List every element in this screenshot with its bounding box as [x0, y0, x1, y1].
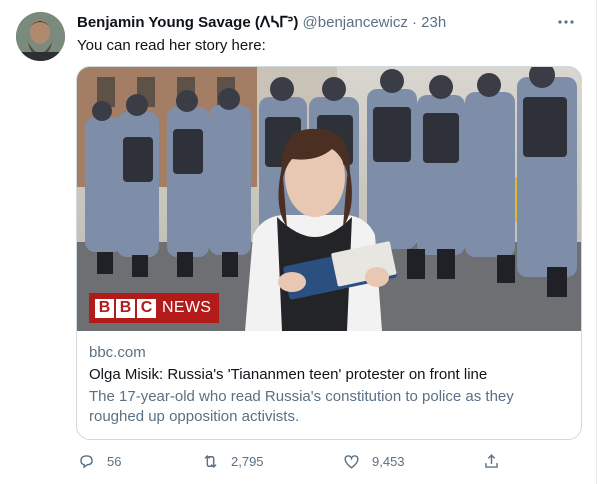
tweet[interactable]: Benjamin Young Savage (ᐱᓴᒥᐣ) @benjancewi…	[0, 0, 597, 484]
action-bar: 56 2,795 9,453	[77, 452, 507, 476]
logo-word: NEWS	[162, 299, 212, 316]
card-image: B B C NEWS	[77, 67, 581, 331]
author-handle[interactable]: @benjancewicz	[303, 14, 408, 31]
reply-button[interactable]: 56	[77, 452, 121, 471]
timestamp[interactable]: 23h	[421, 14, 446, 31]
link-card[interactable]: B B C NEWS bbc.com Olga Misik: Russia's …	[76, 66, 582, 440]
card-body: bbc.com Olga Misik: Russia's 'Tiananmen …	[89, 343, 569, 427]
logo-block: C	[137, 298, 156, 318]
share-button[interactable]	[482, 452, 501, 471]
logo-block: B	[95, 298, 114, 318]
more-horizontal-icon	[558, 20, 574, 24]
retweet-icon	[204, 454, 217, 469]
avatar[interactable]	[16, 12, 65, 61]
bbc-news-logo: B B C NEWS	[89, 293, 220, 323]
logo-block: B	[116, 298, 135, 318]
card-domain: bbc.com	[89, 344, 146, 361]
reply-icon	[80, 455, 93, 469]
retweet-button[interactable]: 2,795	[201, 452, 264, 471]
like-button[interactable]: 9,453	[342, 452, 405, 471]
card-description: The 17-year-old who read Russia's consti…	[89, 388, 514, 425]
share-icon	[485, 454, 498, 468]
more-button[interactable]	[554, 10, 578, 34]
tweet-header: Benjamin Young Savage (ᐱᓴᒥᐣ) @benjancewi…	[77, 13, 446, 33]
like-count: 9,453	[372, 454, 405, 469]
tweet-text: You can read her story here:	[77, 37, 266, 54]
protest-photo	[77, 67, 581, 331]
reply-count: 56	[107, 454, 122, 469]
retweet-count: 2,795	[231, 454, 264, 469]
author-name[interactable]: Benjamin Young Savage (ᐱᓴᒥᐣ)	[77, 14, 298, 31]
separator: ·	[412, 14, 417, 31]
card-title: Olga Misik: Russia's 'Tiananmen teen' pr…	[89, 366, 488, 383]
heart-icon	[344, 455, 359, 469]
